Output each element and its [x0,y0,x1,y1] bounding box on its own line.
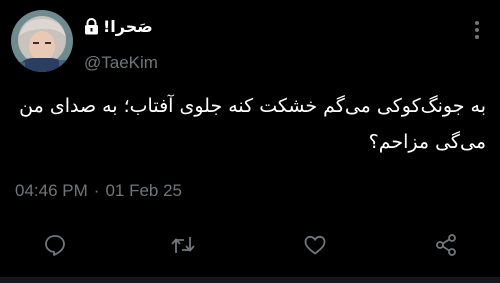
action-bar [0,232,500,260]
like-button[interactable] [302,232,328,258]
share-icon [436,234,456,256]
tweet-text: به جونگ‌کوکی می‌گم خشکت کنه جلوی آفتاب؛ … [14,88,486,160]
display-name-row: صَحرا! [84,14,153,38]
retweet-icon [171,237,195,253]
tweet-time: 04:46 PM [15,181,88,200]
tweet-text-line-2: می‌گی مزاحم؟ [368,131,486,153]
lock-icon [85,17,98,34]
reply-icon [45,235,65,256]
timestamp-separator: · [93,181,100,200]
user-handle[interactable]: @TaeKim [84,53,158,73]
bottom-divider [0,277,500,283]
reply-button[interactable] [42,232,68,258]
avatar-image [11,10,73,72]
display-name[interactable]: صَحرا! [103,17,153,36]
share-button[interactable] [433,232,459,258]
avatar[interactable] [11,10,73,72]
tweet-date: 01 Feb 25 [105,181,182,200]
timestamp[interactable]: 04:46 PM · 01 Feb 25 [15,181,182,201]
retweet-button[interactable] [170,232,196,258]
tweet-text-line-1: به جونگ‌کوکی می‌گم خشکت کنه جلوی آفتاب؛ … [19,95,486,117]
more-vertical-icon[interactable] [474,20,480,40]
heart-icon [304,235,326,255]
